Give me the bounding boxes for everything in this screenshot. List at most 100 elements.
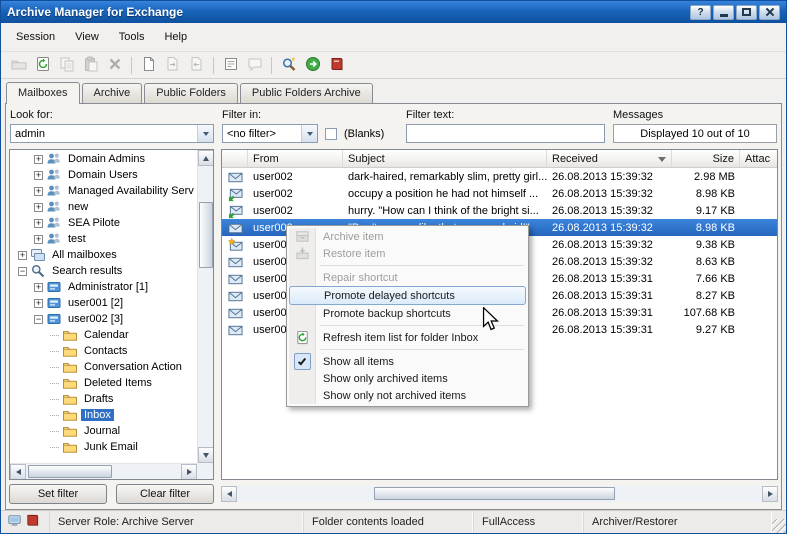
- look-for-dropdown-button[interactable]: [197, 125, 213, 142]
- open-archive-button[interactable]: [7, 54, 30, 77]
- restore-selected-button[interactable]: [185, 54, 208, 77]
- tab-public-folders[interactable]: Public Folders: [144, 83, 238, 103]
- list-horizontal-scrollbar[interactable]: [221, 486, 778, 502]
- menu-help[interactable]: Help: [154, 27, 197, 47]
- audit-log-button[interactable]: [325, 54, 348, 77]
- tree-item-drafts[interactable]: Drafts: [10, 391, 197, 407]
- scroll-left-button[interactable]: [221, 486, 237, 502]
- resize-grip[interactable]: [772, 519, 786, 533]
- tree-item-domain-users[interactable]: +Domain Users: [10, 167, 197, 183]
- tree-horizontal-scrollbar[interactable]: [10, 463, 197, 479]
- message-row[interactable]: user002occupy a position he had not hims…: [222, 185, 777, 202]
- tree-item-search-results[interactable]: −Search results: [10, 263, 197, 279]
- column-header-icons[interactable]: [222, 150, 248, 167]
- tree-item-user002-3[interactable]: −user002 [3]: [10, 311, 197, 327]
- tab-public-folders-archive[interactable]: Public Folders Archive: [240, 83, 373, 103]
- menu-item-label: Show only not archived items: [315, 390, 466, 402]
- look-for-combobox[interactable]: admin: [10, 124, 214, 143]
- tree-item-contacts[interactable]: Contacts: [10, 343, 197, 359]
- minimize-icon: [720, 14, 728, 17]
- tree-item-domain-admins[interactable]: + Domain Admins: [10, 151, 197, 167]
- activate-button[interactable]: [301, 54, 324, 77]
- tree-hscroll-track[interactable]: [26, 464, 181, 479]
- expand-toggle[interactable]: +: [34, 299, 43, 308]
- menu-item-archive-item[interactable]: Archive item: [289, 228, 526, 245]
- message-row[interactable]: user002dark-haired, remarkably slim, pre…: [222, 168, 777, 185]
- tree-item-administrator-1[interactable]: +Administrator [1]: [10, 279, 197, 295]
- refresh-mailboxes-button[interactable]: [31, 54, 54, 77]
- filter-text-input[interactable]: [406, 124, 605, 143]
- expand-toggle[interactable]: +: [34, 171, 43, 180]
- expand-toggle[interactable]: +: [18, 251, 27, 260]
- scroll-right-button[interactable]: [762, 486, 778, 502]
- tree-item-calendar[interactable]: Calendar: [10, 327, 197, 343]
- scroll-left-button[interactable]: [10, 464, 26, 480]
- menu-session[interactable]: Session: [6, 27, 65, 47]
- menu-separator: [320, 265, 524, 266]
- expand-toggle[interactable]: +: [34, 219, 43, 228]
- column-header-received[interactable]: Received: [547, 150, 672, 167]
- filter-in-combobox[interactable]: <no filter>: [222, 124, 318, 143]
- tree-item-journal[interactable]: Journal: [10, 423, 197, 439]
- paste-button[interactable]: [79, 54, 102, 77]
- set-filter-button[interactable]: Set filter: [9, 484, 107, 504]
- tree-hscroll-thumb[interactable]: [28, 465, 112, 478]
- expand-toggle[interactable]: −: [18, 267, 27, 276]
- new-document-button[interactable]: [137, 54, 160, 77]
- properties-note-button[interactable]: [219, 54, 242, 77]
- column-header-from[interactable]: From: [248, 150, 343, 167]
- tree-item-deleted-items[interactable]: Deleted Items: [10, 375, 197, 391]
- minimize-button[interactable]: [713, 5, 734, 20]
- scroll-right-button[interactable]: [181, 464, 197, 480]
- tree-item-new[interactable]: +new: [10, 199, 197, 215]
- tab-archive[interactable]: Archive: [82, 83, 143, 103]
- expand-toggle[interactable]: +: [34, 235, 43, 244]
- filter-in-dropdown-button[interactable]: [301, 125, 317, 142]
- column-header-subject[interactable]: Subject: [343, 150, 547, 167]
- menu-view[interactable]: View: [65, 27, 109, 47]
- expand-toggle[interactable]: +: [34, 155, 43, 164]
- column-header-size[interactable]: Size: [672, 150, 740, 167]
- tab-mailboxes[interactable]: Mailboxes: [6, 82, 80, 104]
- tree-connector: [50, 399, 59, 400]
- advanced-search-button[interactable]: [277, 54, 300, 77]
- archive-selected-button[interactable]: [161, 54, 184, 77]
- tree-item-label: Domain Admins: [65, 153, 148, 165]
- copy-button[interactable]: [55, 54, 78, 77]
- list-hscroll-thumb[interactable]: [374, 487, 616, 500]
- menu-item-show-all-items[interactable]: Show all items: [289, 353, 526, 370]
- tree-item-conversation-action[interactable]: Conversation Action: [10, 359, 197, 375]
- help-button[interactable]: ?: [690, 5, 711, 20]
- menu-tools[interactable]: Tools: [109, 27, 155, 47]
- menu-item-show-only-not-archived-items[interactable]: Show only not archived items: [289, 387, 526, 404]
- expand-toggle[interactable]: +: [34, 283, 43, 292]
- menu-item-repair-shortcut[interactable]: Repair shortcut: [289, 269, 526, 286]
- tree-vscroll-thumb[interactable]: [199, 202, 213, 268]
- expand-toggle[interactable]: +: [34, 187, 43, 196]
- tree-item-managed-availability-serv[interactable]: +Managed Availability Serv: [10, 183, 197, 199]
- blanks-checkbox[interactable]: [325, 128, 337, 140]
- title-bar[interactable]: Archive Manager for Exchange ?: [1, 1, 786, 23]
- tree-item-inbox[interactable]: Inbox: [10, 407, 197, 423]
- scroll-down-button[interactable]: [198, 447, 214, 463]
- expand-toggle[interactable]: +: [34, 203, 43, 212]
- menu-item-show-only-archived-items[interactable]: Show only archived items: [289, 370, 526, 387]
- menu-item-promote-delayed-shortcuts[interactable]: Promote delayed shortcuts: [289, 286, 526, 305]
- message-row[interactable]: user002hurry. "How can I think of the br…: [222, 202, 777, 219]
- column-header-attac[interactable]: Attac: [740, 150, 777, 167]
- tree-item-user001-2[interactable]: +user001 [2]: [10, 295, 197, 311]
- tree-item-sea-pilote[interactable]: +SEA Pilote: [10, 215, 197, 231]
- list-hscroll-track[interactable]: [237, 486, 762, 502]
- tree-item-test[interactable]: +test: [10, 231, 197, 247]
- close-button[interactable]: [759, 5, 780, 20]
- tree-vertical-scrollbar[interactable]: [197, 150, 213, 463]
- clear-filter-button[interactable]: Clear filter: [116, 484, 214, 504]
- menu-item-restore-item[interactable]: Restore item: [289, 245, 526, 262]
- comments-button[interactable]: [243, 54, 266, 77]
- expand-toggle[interactable]: −: [34, 315, 43, 324]
- tree-item-junk-email[interactable]: Junk Email: [10, 439, 197, 455]
- scroll-up-button[interactable]: [198, 150, 214, 166]
- tree-item-all-mailboxes[interactable]: +All mailboxes: [10, 247, 197, 263]
- delete-button[interactable]: [103, 54, 126, 77]
- maximize-button[interactable]: [736, 5, 757, 20]
